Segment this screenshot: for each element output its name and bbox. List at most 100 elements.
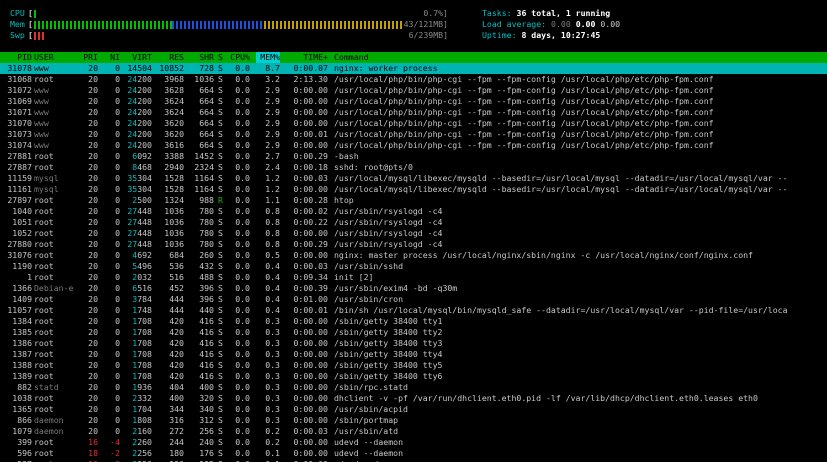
cell-cpu: 0.0 <box>235 63 250 73</box>
header-pid[interactable]: PID <box>4 52 32 63</box>
cell-pid: 31073 <box>7 129 32 139</box>
table-row[interactable]: 1040 root 20 0 27448 1036 780 S 0.0 0.8 0:00.02/us… <box>0 206 827 217</box>
cell-res: 1036 <box>164 217 184 227</box>
cell-time: 0:00.00 <box>293 393 328 403</box>
table-row[interactable]: 11161 mysql 20 0 35304 1528 1164 S 0.0 1.2 0:00.00… <box>0 184 827 195</box>
cell-ni: 0 <box>115 283 120 293</box>
table-row[interactable]: 1366 Debian-e 20 0 6516 452 396 S 0.0 0.4 0:00.39 /… <box>0 283 827 294</box>
cell-virt: 2256 <box>132 448 152 458</box>
table-row[interactable]: 31070 www 20 0 24200 3620 664 S 0.0 2.9 0:00.00/us… <box>0 118 827 129</box>
table-row[interactable]: 31071 www 20 0 24200 3624 664 S 0.0 2.9 0:00.00/us… <box>0 107 827 118</box>
cell-cmd: /usr/local/php/bin/php-cgi --fpm --fpm-c… <box>334 96 714 106</box>
cell-pri: 20 <box>88 96 98 106</box>
cell-time: 0:00.00 <box>293 250 328 260</box>
table-row[interactable]: 1038 root 20 0 2332 400 320 S 0.0 0.3 0:00.00 dhcli… <box>0 393 827 404</box>
cell-s: S <box>218 371 223 381</box>
cell-time: 0:00.00 <box>293 404 328 414</box>
cell-pri: 20 <box>88 294 98 304</box>
table-row[interactable]: 11057 root 20 0 1748 444 440 S 0.0 0.4 0:00.01/bin… <box>0 305 827 316</box>
cell-s: S <box>218 151 223 161</box>
cell-shr: 664 <box>199 107 214 117</box>
cell-pri: 20 <box>88 239 98 249</box>
table-row[interactable]: 1387 root 20 0 1708 420 416 S 0.0 0.3 0:00.00/sbin… <box>0 349 827 360</box>
header-state[interactable]: S <box>218 52 223 63</box>
cell-shr: 780 <box>199 239 214 249</box>
table-row[interactable]: 1 root 20 0 2032 516 488 S 0.0 0.4 0:09.34 init [2] <box>0 272 827 283</box>
cell-virt: 2332 <box>132 393 152 403</box>
cell-virt: 6092 <box>132 151 152 161</box>
table-row[interactable]: 1384 root 20 0 1708 420 416 S 0.0 0.3 0:00.00/sbin… <box>0 316 827 327</box>
table-row[interactable]: 1190 root 20 0 5496 536 432 S 0.0 0.4 0:00.03/usr/… <box>0 261 827 272</box>
table-row[interactable]: 27880 root 20 0 27448 1036 780 S 0.0 0.8 0:00.29/u… <box>0 239 827 250</box>
cell-virt: 1748 <box>132 305 152 315</box>
table-row[interactable]: 1051 root 20 0 27448 1036 780 S 0.0 0.8 0:00.22/us… <box>0 217 827 228</box>
cell-ni: -4 <box>110 437 120 447</box>
cell-shr: 176 <box>199 448 214 458</box>
cell-user: root <box>34 195 54 205</box>
meter-value: 43/121MB] <box>403 19 448 29</box>
table-row[interactable]: 882 statd 20 0 1936 404 400 S 0.0 0.3 0:00.00/sbin… <box>0 382 827 393</box>
cell-cmd: /usr/sbin/exim4 -bd -q30m <box>334 283 458 293</box>
header-shr[interactable]: SHR <box>188 52 214 63</box>
table-row[interactable]: 596 root 18 -2 2256 180 176 S 0.0 0.1 0:00.00 udevd… <box>0 448 827 459</box>
table-row[interactable]: 399 root 16 -4 2260 244 240 S 0.0 0.2 0:00.00 udevd… <box>0 437 827 448</box>
header-user[interactable]: USER <box>34 52 54 63</box>
column-header: PID USER PRI NI VIRT RES SHR S CPU% MEM%… <box>0 52 827 63</box>
table-row[interactable]: 11159 mysql 20 0 35304 1528 1164 S 0.0 1.2 0:00.03… <box>0 173 827 184</box>
table-row[interactable]: 31068 root 20 0 24200 3968 1036 S 0.0 3.2 2:13.30 /… <box>0 74 827 85</box>
cell-pri: 20 <box>88 173 98 183</box>
cell-user: root <box>34 250 54 260</box>
table-row[interactable]: 27887 root 20 0 8468 2940 2324 S 0.0 2.4 0:00.18 ss… <box>0 162 827 173</box>
cell-cpu: 0.0 <box>235 173 250 183</box>
table-row[interactable]: 27897 root 20 0 2500 1324 988 R 0.0 1.1 0:00.28 hto… <box>0 195 827 206</box>
table-row[interactable]: 1388 root 20 0 1708 420 416 S 0.0 0.3 0:00.00/sbin… <box>0 360 827 371</box>
cell-mem: 0.5 <box>265 250 280 260</box>
cell-cmd: /usr/sbin/sshd <box>334 261 404 271</box>
cell-user: www <box>34 63 49 73</box>
cell-s: S <box>218 206 223 216</box>
table-row[interactable]: 31074 www 20 0 24200 3616 664 S 0.0 2.9 0:00.00/us… <box>0 140 827 151</box>
header-time[interactable]: TIME+ <box>286 52 328 63</box>
uptime-value: 8 days, 10:27:45 <box>521 30 601 40</box>
cell-shr: 256 <box>199 426 214 436</box>
table-row[interactable]: 1386 root 20 0 1708 420 416 S 0.0 0.3 0:00.00/sbin… <box>0 338 827 349</box>
header-cpu[interactable]: CPU% <box>226 52 250 63</box>
table-row[interactable]: 1389 root 20 0 1708 420 416 S 0.0 0.3 0:00.00/sbin… <box>0 371 827 382</box>
table-row[interactable]: 31076 root 20 0 4692 684 260 S 0.0 0.5 0:00.00 ngin… <box>0 250 827 261</box>
header-ni[interactable]: NI <box>100 52 120 63</box>
header-pri[interactable]: PRI <box>76 52 98 63</box>
table-row-selected[interactable]: 31078 www 20 0 14504 10852 728 S 0.0 8.7 0:00.07 ng… <box>0 63 827 74</box>
cell-mem: 0.3 <box>265 415 280 425</box>
table-row[interactable]: 31069 www 20 0 24200 3624 664 S 0.0 2.9 0:00.00/us… <box>0 96 827 107</box>
tasks-value: 36 total, <box>516 8 561 18</box>
cell-shr: 780 <box>199 228 214 238</box>
cell-cpu: 0.0 <box>235 118 250 128</box>
table-row[interactable]: 1079 daemon 20 0 2160 272 256 S 0.0 0.2 0:00.03/us… <box>0 426 827 437</box>
cell-pri: 20 <box>88 107 98 117</box>
header-res[interactable]: RES <box>156 52 184 63</box>
table-row[interactable]: 866 daemon 20 0 1808 316 312 S 0.0 0.3 0:00.00/sbi… <box>0 415 827 426</box>
cell-ni: 0 <box>115 85 120 95</box>
cell-pri: 20 <box>88 250 98 260</box>
header-virt[interactable]: VIRT <box>122 52 152 63</box>
cell-pid: 882 <box>17 382 32 392</box>
header-mem-sorted[interactable]: MEM% <box>256 52 280 63</box>
cell-res: 2940 <box>164 162 184 172</box>
cell-s: S <box>218 85 223 95</box>
header-command[interactable]: Command <box>334 52 369 63</box>
cell-pri: 20 <box>88 327 98 337</box>
cell-res: 516 <box>169 272 184 282</box>
cell-cpu: 0.0 <box>235 261 250 271</box>
table-row[interactable]: 1385 root 20 0 1708 420 416 S 0.0 0.3 0:00.00/sbin… <box>0 327 827 338</box>
table-row[interactable]: 1409 root 20 0 3784 444 396 S 0.0 0.4 0:01.00/usr/… <box>0 294 827 305</box>
cell-shr: 664 <box>199 118 214 128</box>
table-row[interactable]: 31073 www 20 0 24200 3620 664 S 0.0 2.9 0:00.01/us… <box>0 129 827 140</box>
cell-virt: 24200 <box>127 140 152 150</box>
cell-virt: 1936 <box>132 382 152 392</box>
cell-mem: 0.4 <box>265 261 280 271</box>
cell-user: root <box>34 360 54 370</box>
table-row[interactable]: 1052 root 20 0 27448 1036 780 S 0.0 0.8 0:00.00/us… <box>0 228 827 239</box>
table-row[interactable]: 31072 www 20 0 24200 3628 664 S 0.0 2.9 0:00.00/us… <box>0 85 827 96</box>
table-row[interactable]: 1365 root 20 0 1704 344 340 S 0.0 0.3 0:00.00/usr/… <box>0 404 827 415</box>
table-row[interactable]: 27881 root 20 0 6092 3388 1452 S 0.0 2.7 0:00.29 -b… <box>0 151 827 162</box>
